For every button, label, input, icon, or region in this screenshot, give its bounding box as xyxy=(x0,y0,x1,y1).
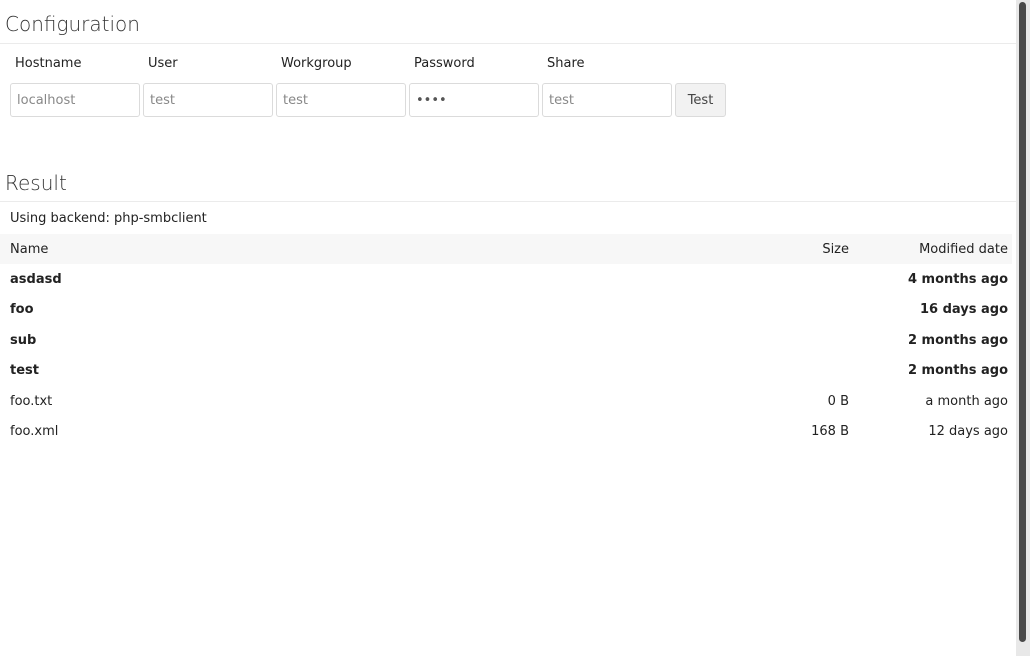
table-row[interactable]: sub 2 months ago xyxy=(0,325,1012,356)
share-field: Share xyxy=(542,44,672,162)
table-row[interactable]: foo.xml 168 B 12 days ago xyxy=(0,417,1012,448)
hostname-field: Hostname xyxy=(10,44,140,162)
file-size xyxy=(709,295,849,326)
table-row[interactable]: foo.txt 0 B a month ago xyxy=(0,386,1012,417)
file-name[interactable]: asdasd xyxy=(0,264,709,295)
file-size: 0 B xyxy=(827,393,849,409)
file-modified: 4 months ago xyxy=(907,271,1008,287)
hostname-label: Hostname xyxy=(15,56,82,71)
file-table: Name Size Modified date asdasd 4 months … xyxy=(0,234,1012,447)
file-size xyxy=(709,325,849,356)
file-name[interactable]: test xyxy=(0,356,709,387)
file-modified: 16 days ago xyxy=(919,302,1008,318)
vertical-scrollbar[interactable] xyxy=(1016,0,1030,656)
column-header-name[interactable]: Name xyxy=(0,234,709,264)
page: Configuration Hostname User Workgroup Pa… xyxy=(0,0,1016,656)
file-size xyxy=(709,264,849,295)
column-header-modified[interactable]: Modified date xyxy=(849,234,1012,264)
file-modified: a month ago xyxy=(925,393,1008,409)
backend-info: Using backend: php-smbclient xyxy=(10,211,207,226)
workgroup-field: Workgroup xyxy=(276,44,406,162)
result-title: Result xyxy=(0,162,1016,202)
file-name[interactable]: foo.txt xyxy=(0,386,709,417)
workgroup-input[interactable] xyxy=(276,83,406,117)
password-field: Password xyxy=(409,44,539,162)
column-header-size[interactable]: Size xyxy=(709,234,849,264)
file-modified: 12 days ago xyxy=(928,424,1008,440)
share-input[interactable] xyxy=(542,83,672,117)
file-modified: 2 months ago xyxy=(907,332,1008,348)
file-name[interactable]: sub xyxy=(0,325,709,356)
file-name[interactable]: foo xyxy=(0,295,709,326)
file-modified: 2 months ago xyxy=(907,363,1008,379)
password-label: Password xyxy=(414,56,475,71)
configuration-form: Hostname User Workgroup Password Share T… xyxy=(0,44,1016,162)
password-input[interactable] xyxy=(409,83,539,117)
workgroup-label: Workgroup xyxy=(281,56,352,71)
scrollbar-thumb[interactable] xyxy=(1019,2,1026,642)
configuration-title: Configuration xyxy=(0,0,1016,44)
file-size: 168 B xyxy=(811,424,849,440)
file-name[interactable]: foo.xml xyxy=(0,417,709,448)
table-row[interactable]: asdasd 4 months ago xyxy=(0,264,1012,295)
table-row[interactable]: test 2 months ago xyxy=(0,356,1012,387)
user-label: User xyxy=(148,56,178,71)
table-row[interactable]: foo 16 days ago xyxy=(0,295,1012,326)
share-label: Share xyxy=(547,56,585,71)
user-field: User xyxy=(143,44,273,162)
table-header-row: Name Size Modified date xyxy=(0,234,1012,264)
hostname-input[interactable] xyxy=(10,83,140,117)
file-size xyxy=(709,356,849,387)
user-input[interactable] xyxy=(143,83,273,117)
test-button[interactable]: Test xyxy=(675,83,726,117)
